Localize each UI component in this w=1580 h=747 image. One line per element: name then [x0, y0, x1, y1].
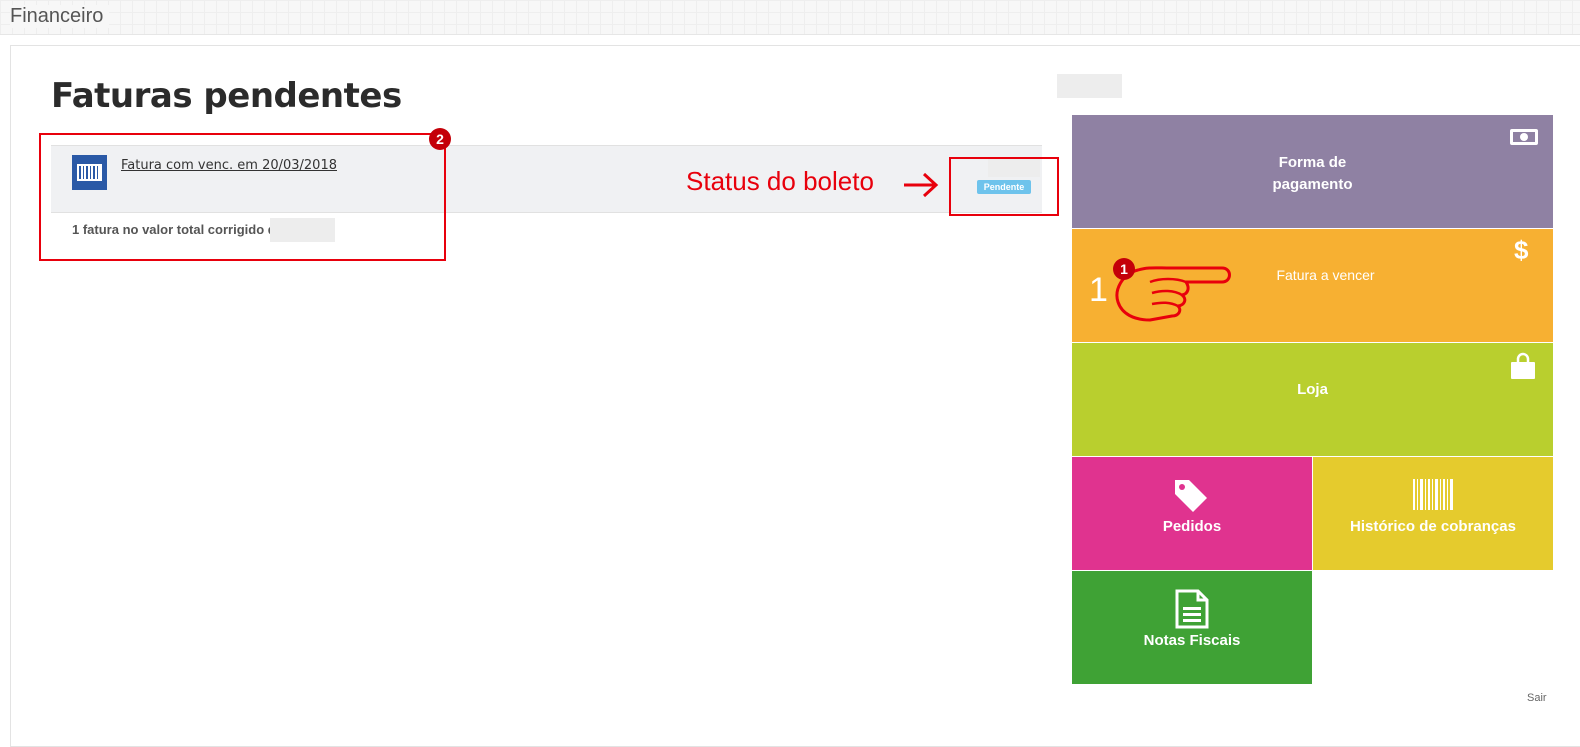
arrow-right-icon	[904, 172, 939, 198]
page-title: Faturas pendentes	[51, 76, 402, 116]
barcode-icon	[1413, 479, 1453, 510]
tile-fatura-a-vencer-count: 1	[1089, 271, 1108, 309]
tile-historico-cobrancas[interactable]: Histórico de cobranças	[1313, 457, 1553, 570]
logout-link[interactable]: Sair	[1527, 692, 1547, 704]
tile-loja-label: Loja	[1297, 381, 1328, 398]
tile-pedidos[interactable]: Pedidos	[1072, 457, 1312, 570]
annotation-box-invoice	[39, 133, 446, 261]
tile-pedidos-label: Pedidos	[1162, 518, 1222, 535]
document-icon	[1175, 589, 1209, 629]
annotation-marker-1: 1	[1113, 258, 1135, 280]
tag-icon	[1175, 480, 1207, 512]
tile-forma-pagamento[interactable]: Forma de pagamento	[1072, 115, 1553, 228]
shopping-bag-icon	[1511, 352, 1535, 379]
redacted-block	[1057, 74, 1122, 98]
tile-historico-label: Histórico de cobranças	[1350, 518, 1516, 535]
tile-loja[interactable]: Loja	[1072, 343, 1553, 456]
banknote-icon	[1510, 129, 1538, 145]
top-bar: Financeiro	[0, 0, 1580, 35]
tile-notas-fiscais[interactable]: Notas Fiscais	[1072, 571, 1312, 684]
tile-notas-label: Notas Fiscais	[1143, 632, 1241, 649]
tile-forma-pagamento-line2: pagamento	[1272, 176, 1353, 193]
dollar-icon: $	[1514, 235, 1529, 265]
annotation-status-label: Status do boleto	[686, 166, 874, 196]
annotation-box-status	[949, 157, 1059, 216]
tile-forma-pagamento-line1: Forma de	[1278, 154, 1347, 171]
annotation-marker-2: 2	[429, 128, 451, 150]
section-title: Financeiro	[10, 5, 110, 28]
